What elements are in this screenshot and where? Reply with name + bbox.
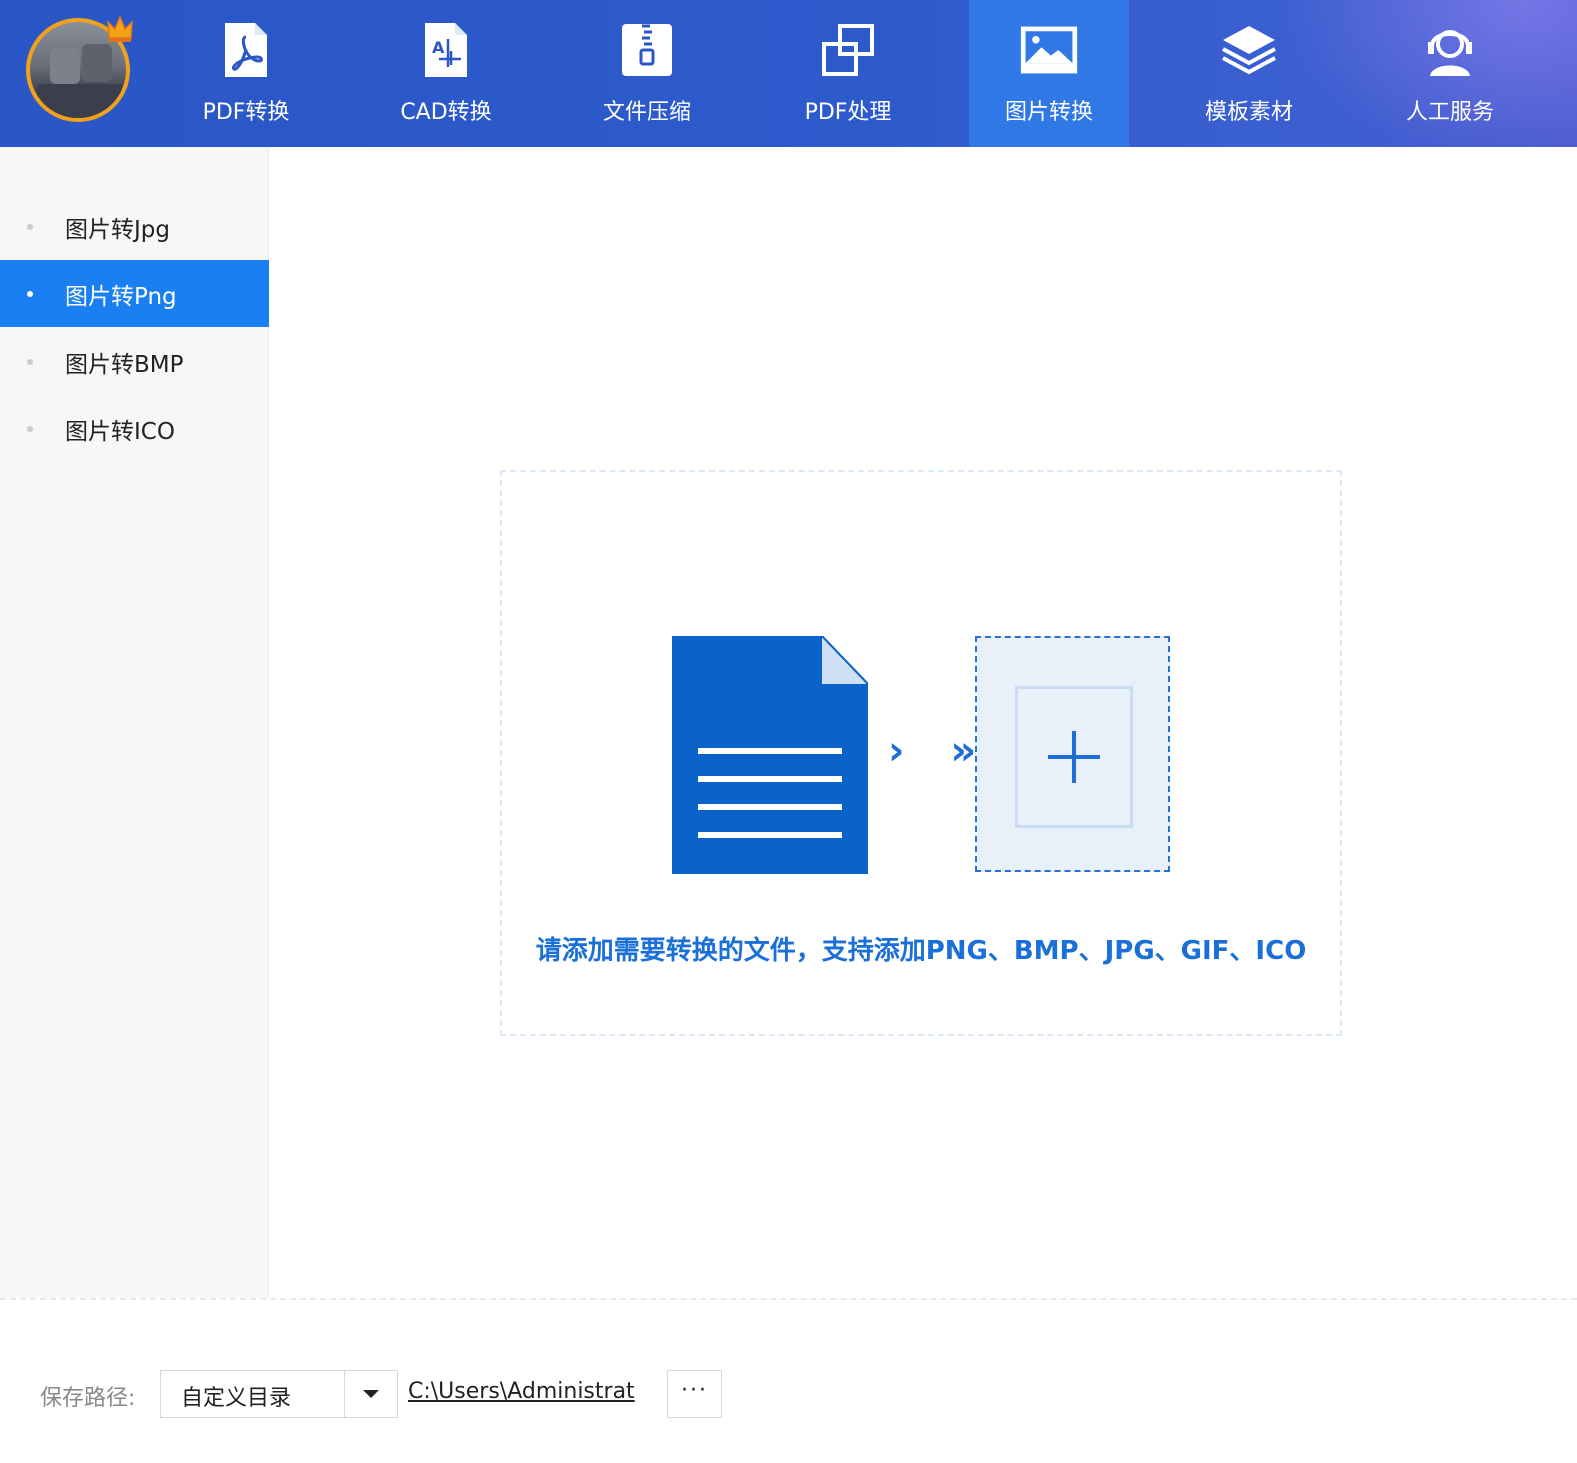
sidebar-item-to-jpg[interactable]: 图片转Jpg bbox=[0, 193, 269, 260]
save-path-label: 保存路径: bbox=[40, 1386, 136, 1411]
sidebar-item-label: 图片转ICO bbox=[65, 418, 175, 445]
image-icon bbox=[1019, 20, 1079, 80]
nav-templates[interactable]: 模板素材 bbox=[1169, 0, 1329, 147]
avatar-figure-left bbox=[50, 48, 80, 84]
nav-image-convert[interactable]: 图片转换 bbox=[969, 0, 1129, 147]
top-navigation-bar: PDF转换 A CAD转换 文件压缩 PDF处理 图片转换 模板素材 人工服务 bbox=[0, 0, 1577, 147]
select-separator bbox=[344, 1371, 345, 1417]
chevron-down-icon[interactable] bbox=[363, 1390, 379, 1398]
bullet-dot bbox=[27, 290, 33, 297]
nav-label: 人工服务 bbox=[1405, 100, 1494, 125]
pdf-acrobat-icon bbox=[216, 20, 276, 80]
add-file-frame bbox=[1015, 686, 1133, 828]
svg-text:A: A bbox=[432, 38, 445, 57]
save-dir-select[interactable]: 自定义目录 bbox=[160, 1370, 398, 1418]
sidebar-item-to-ico[interactable]: 图片转ICO bbox=[0, 395, 269, 462]
drop-zone-hint: 请添加需要转换的文件，支持添加PNG、BMP、JPG、GIF、ICO bbox=[535, 936, 1307, 966]
avatar-figure-right bbox=[82, 44, 112, 82]
avatar-body bbox=[38, 84, 122, 118]
layers-icon bbox=[1219, 20, 1279, 80]
headset-support-icon bbox=[1420, 20, 1480, 80]
nav-pdf-convert[interactable]: PDF转换 bbox=[166, 0, 326, 147]
save-path-link[interactable]: C:\Users\Administrat bbox=[408, 1379, 635, 1404]
nav-label: 文件压缩 bbox=[602, 100, 691, 125]
sidebar-item-to-bmp[interactable]: 图片转BMP bbox=[0, 328, 269, 395]
sidebar-item-label: 图片转Png bbox=[65, 283, 177, 310]
zip-compress-icon bbox=[617, 20, 677, 80]
nav-label: 模板素材 bbox=[1204, 100, 1293, 125]
nav-label: 图片转换 bbox=[1004, 100, 1093, 125]
plus-icon bbox=[1048, 731, 1100, 783]
browse-folder-button[interactable]: ··· bbox=[667, 1370, 722, 1418]
cad-file-icon: A bbox=[416, 20, 476, 80]
add-file-button[interactable] bbox=[975, 636, 1170, 872]
footer-divider bbox=[0, 1298, 1577, 1300]
overlap-squares-icon bbox=[818, 20, 878, 80]
bullet-dot bbox=[27, 358, 33, 365]
sidebar-item-label: 图片转Jpg bbox=[65, 216, 170, 243]
sidebar-item-label: 图片转BMP bbox=[65, 351, 184, 378]
nav-cad-convert[interactable]: A CAD转换 bbox=[366, 0, 526, 147]
bullet-dot bbox=[27, 223, 33, 230]
document-icon bbox=[672, 636, 868, 874]
bullet-dot bbox=[27, 425, 33, 432]
save-dir-value: 自定义目录 bbox=[181, 1386, 292, 1411]
sidebar-item-to-png[interactable]: 图片转Png bbox=[0, 260, 269, 327]
conversion-sidebar: 图片转Jpg 图片转Png 图片转BMP 图片转ICO bbox=[0, 147, 269, 1298]
nav-pdf-process[interactable]: PDF处理 bbox=[768, 0, 928, 147]
vip-crown-icon bbox=[107, 15, 133, 42]
nav-file-compress[interactable]: 文件压缩 bbox=[567, 0, 727, 147]
nav-label: PDF转换 bbox=[202, 100, 290, 125]
nav-label: PDF处理 bbox=[804, 100, 892, 125]
nav-human-service[interactable]: 人工服务 bbox=[1370, 0, 1530, 147]
nav-label: CAD转换 bbox=[400, 100, 492, 125]
